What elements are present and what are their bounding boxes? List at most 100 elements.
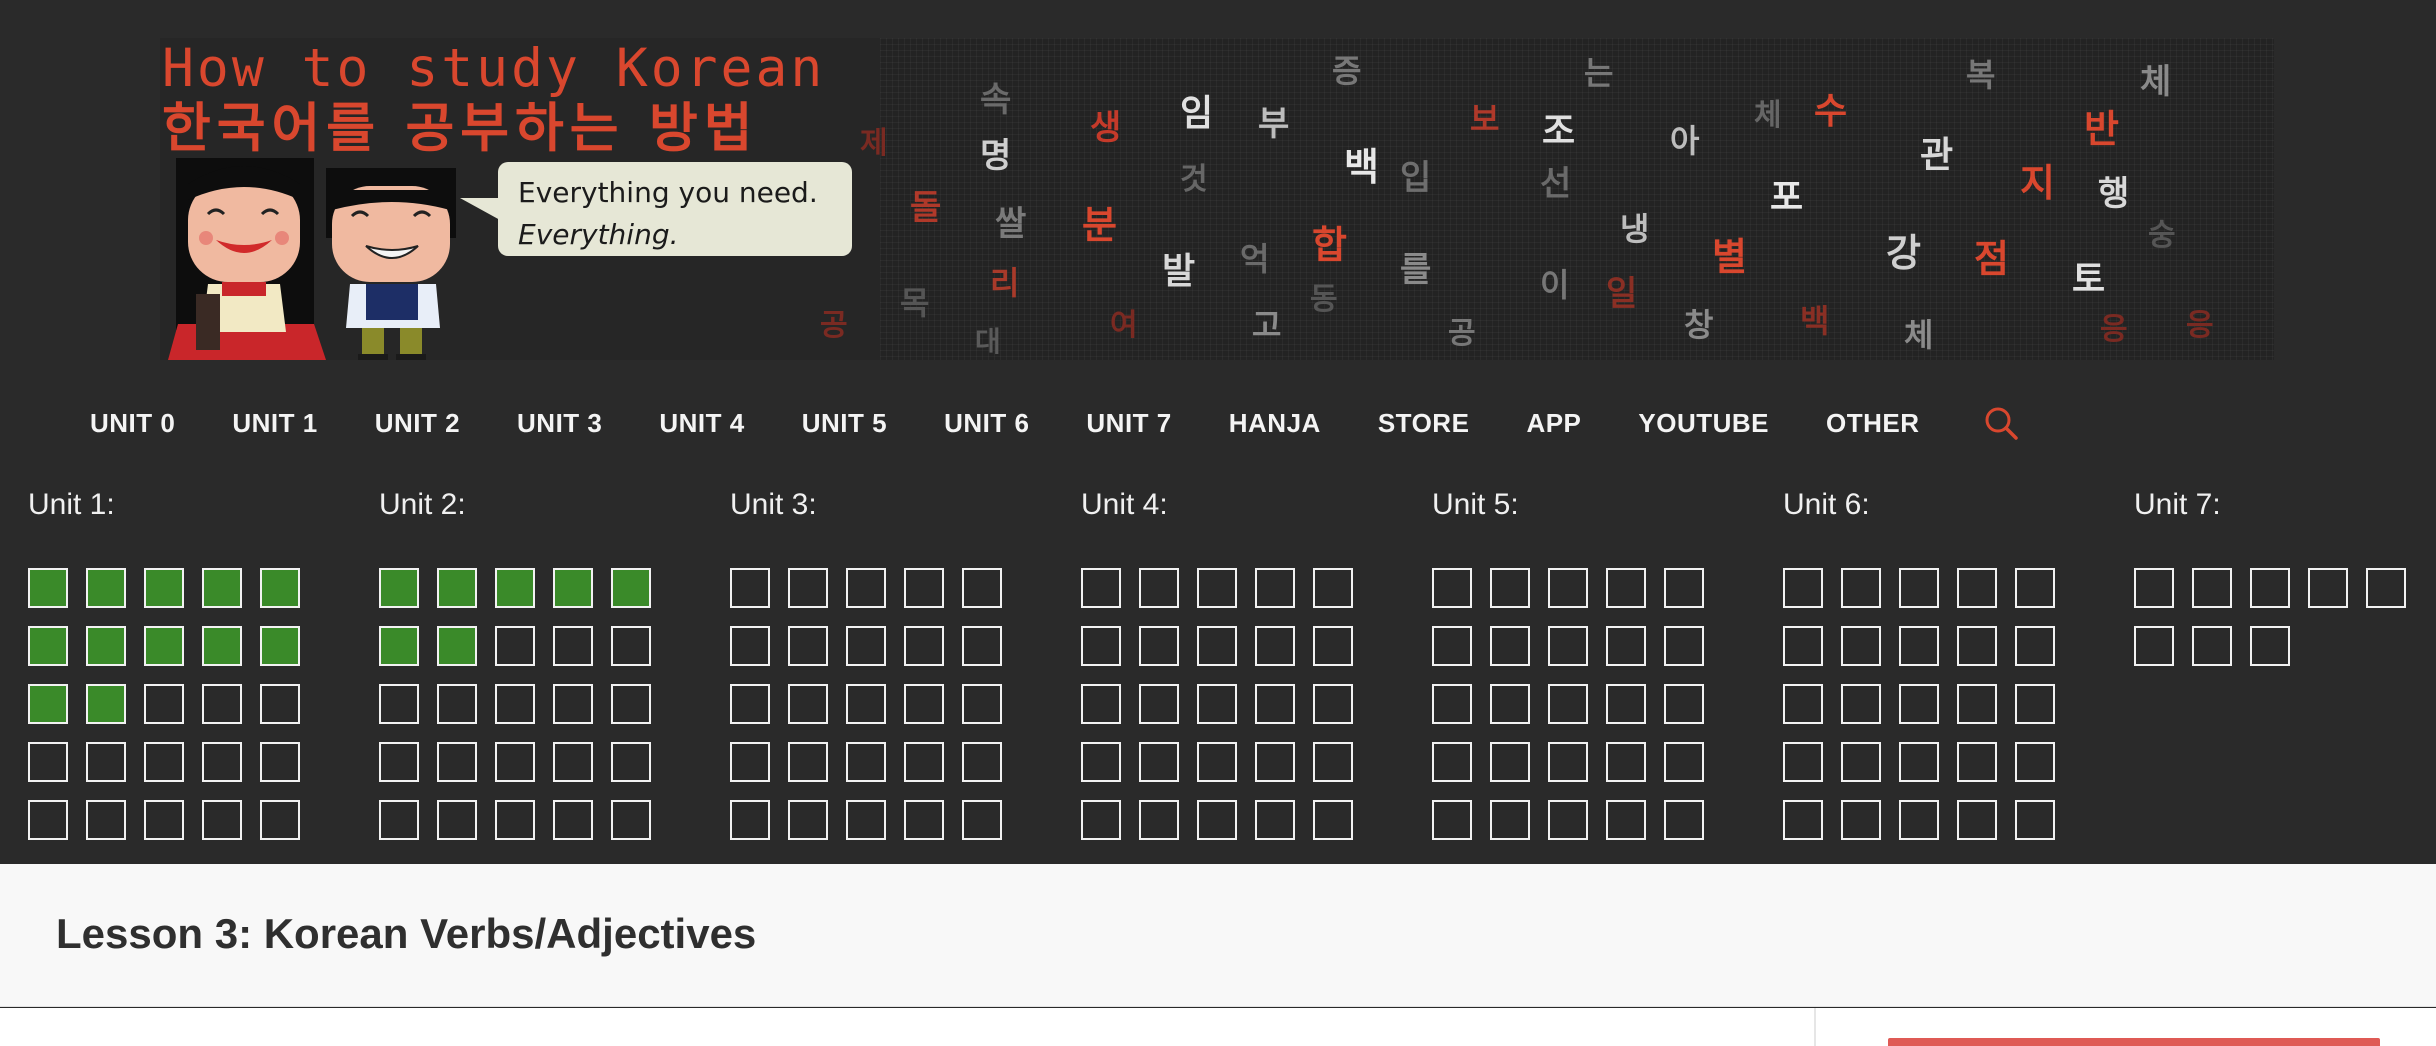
- lesson-box[interactable]: [553, 800, 593, 840]
- lesson-box[interactable]: [846, 568, 886, 608]
- lesson-box[interactable]: [553, 684, 593, 724]
- lesson-box[interactable]: [1783, 684, 1823, 724]
- lesson-box[interactable]: [1081, 684, 1121, 724]
- lesson-box[interactable]: [1783, 626, 1823, 666]
- lesson-box[interactable]: [1899, 626, 1939, 666]
- nav-unit-2[interactable]: UNIT 2: [375, 408, 460, 439]
- lesson-box[interactable]: [1664, 626, 1704, 666]
- lesson-box[interactable]: [1899, 800, 1939, 840]
- lesson-box[interactable]: [1664, 742, 1704, 782]
- nav-unit-1[interactable]: UNIT 1: [232, 408, 317, 439]
- lesson-box[interactable]: [788, 742, 828, 782]
- lesson-box[interactable]: [611, 742, 651, 782]
- lesson-box[interactable]: [904, 568, 944, 608]
- lesson-box[interactable]: [1606, 742, 1646, 782]
- lesson-box[interactable]: [611, 800, 651, 840]
- search-icon[interactable]: [1981, 403, 2021, 443]
- nav-unit-0[interactable]: UNIT 0: [90, 408, 175, 439]
- lesson-box[interactable]: [846, 626, 886, 666]
- lesson-box[interactable]: [1841, 800, 1881, 840]
- lesson-box[interactable]: [2134, 626, 2174, 666]
- lesson-box[interactable]: [2192, 568, 2232, 608]
- lesson-box[interactable]: [144, 800, 184, 840]
- lesson-box[interactable]: [1081, 568, 1121, 608]
- nav-unit-3[interactable]: UNIT 3: [517, 408, 602, 439]
- lesson-box[interactable]: [1606, 800, 1646, 840]
- lesson-box[interactable]: [495, 800, 535, 840]
- lesson-box[interactable]: [904, 742, 944, 782]
- lesson-box[interactable]: [379, 800, 419, 840]
- lesson-box[interactable]: [962, 568, 1002, 608]
- lesson-box[interactable]: [1139, 626, 1179, 666]
- lesson-box[interactable]: [553, 626, 593, 666]
- lesson-box[interactable]: [260, 800, 300, 840]
- nav-other[interactable]: OTHER: [1826, 408, 1920, 439]
- lesson-box[interactable]: [1548, 684, 1588, 724]
- lesson-box[interactable]: [495, 742, 535, 782]
- lesson-box[interactable]: [846, 684, 886, 724]
- lesson-box[interactable]: [86, 626, 126, 666]
- lesson-box[interactable]: [553, 742, 593, 782]
- lesson-box[interactable]: [260, 568, 300, 608]
- lesson-box[interactable]: [28, 568, 68, 608]
- lesson-box[interactable]: [28, 742, 68, 782]
- lesson-box[interactable]: [86, 684, 126, 724]
- lesson-box[interactable]: [144, 568, 184, 608]
- lesson-box[interactable]: [1255, 626, 1295, 666]
- lesson-box[interactable]: [1081, 742, 1121, 782]
- lesson-box[interactable]: [2015, 626, 2055, 666]
- lesson-box[interactable]: [788, 568, 828, 608]
- lesson-box[interactable]: [379, 684, 419, 724]
- lesson-box[interactable]: [1139, 800, 1179, 840]
- lesson-box[interactable]: [28, 684, 68, 724]
- lesson-box[interactable]: [495, 626, 535, 666]
- lesson-box[interactable]: [86, 742, 126, 782]
- lesson-box[interactable]: [1490, 568, 1530, 608]
- lesson-box[interactable]: [1432, 800, 1472, 840]
- lesson-box[interactable]: [202, 684, 242, 724]
- lesson-box[interactable]: [1139, 742, 1179, 782]
- lesson-box[interactable]: [379, 626, 419, 666]
- lesson-box[interactable]: [1899, 742, 1939, 782]
- lesson-box[interactable]: [2308, 568, 2348, 608]
- lesson-box[interactable]: [144, 742, 184, 782]
- lesson-box[interactable]: [962, 684, 1002, 724]
- lesson-box[interactable]: [437, 800, 477, 840]
- lesson-box[interactable]: [2015, 684, 2055, 724]
- lesson-box[interactable]: [1255, 568, 1295, 608]
- lesson-box[interactable]: [1081, 626, 1121, 666]
- lesson-box[interactable]: [1957, 626, 1997, 666]
- lesson-box[interactable]: [1548, 626, 1588, 666]
- lesson-box[interactable]: [1197, 626, 1237, 666]
- lesson-box[interactable]: [1841, 568, 1881, 608]
- lesson-box[interactable]: [846, 800, 886, 840]
- lesson-box[interactable]: [1197, 684, 1237, 724]
- lesson-box[interactable]: [730, 800, 770, 840]
- lesson-box[interactable]: [611, 626, 651, 666]
- lesson-box[interactable]: [1664, 568, 1704, 608]
- lesson-box[interactable]: [1899, 684, 1939, 724]
- lesson-box[interactable]: [1548, 800, 1588, 840]
- lesson-box[interactable]: [846, 742, 886, 782]
- lesson-box[interactable]: [1606, 626, 1646, 666]
- lesson-box[interactable]: [1255, 742, 1295, 782]
- lesson-box[interactable]: [904, 800, 944, 840]
- nav-hanja[interactable]: HANJA: [1229, 408, 1321, 439]
- lesson-box[interactable]: [553, 568, 593, 608]
- lesson-box[interactable]: [1255, 800, 1295, 840]
- lesson-box[interactable]: [1313, 742, 1353, 782]
- lesson-box[interactable]: [1490, 626, 1530, 666]
- lesson-box[interactable]: [1432, 742, 1472, 782]
- lesson-box[interactable]: [202, 626, 242, 666]
- nav-unit-5[interactable]: UNIT 5: [802, 408, 887, 439]
- lesson-box[interactable]: [788, 684, 828, 724]
- lesson-box[interactable]: [1490, 800, 1530, 840]
- lesson-box[interactable]: [1957, 568, 1997, 608]
- lesson-box[interactable]: [202, 568, 242, 608]
- lesson-box[interactable]: [379, 742, 419, 782]
- lesson-box[interactable]: [86, 800, 126, 840]
- site-banner[interactable]: 속명쌀리목대제돌공생분여임것발부억고증백합동입를공보조선이는냉일아창별체수포백강…: [160, 38, 2274, 360]
- lesson-box[interactable]: [202, 800, 242, 840]
- lesson-box[interactable]: [1197, 800, 1237, 840]
- lesson-box[interactable]: [962, 742, 1002, 782]
